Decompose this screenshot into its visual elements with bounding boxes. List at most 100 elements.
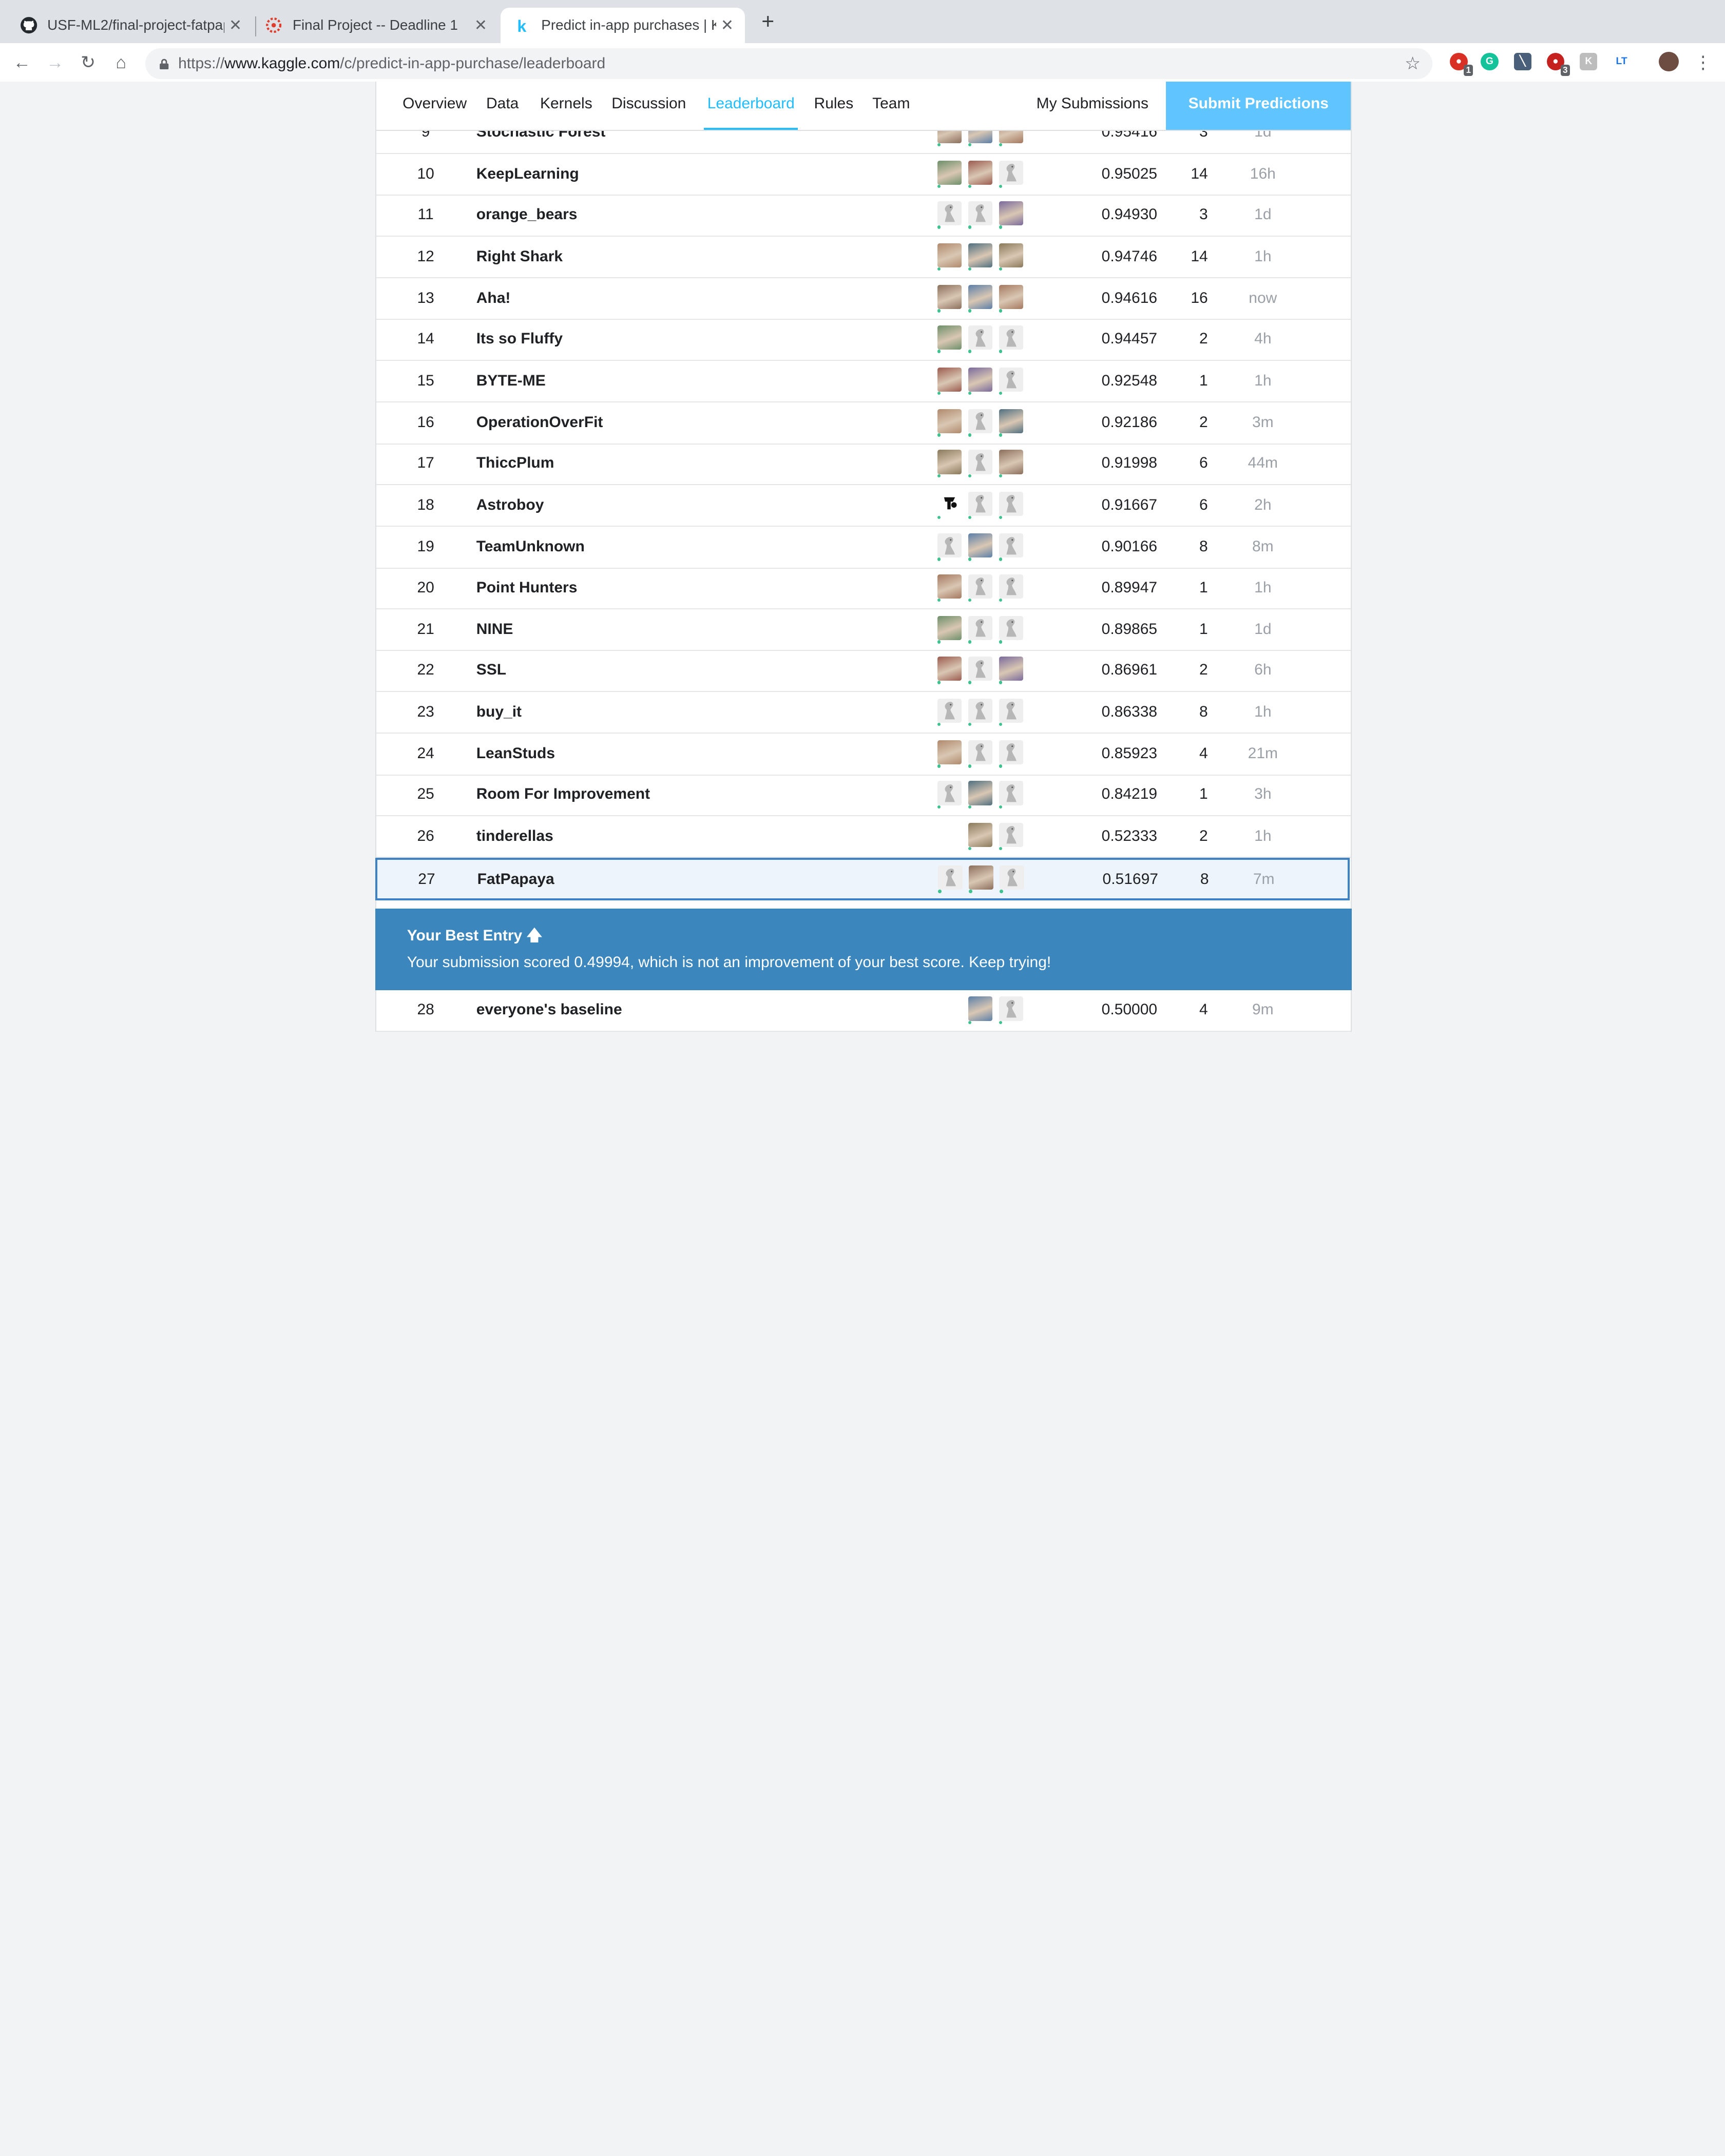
team-name[interactable]: LeanStuds: [476, 733, 555, 774]
new-tab-icon[interactable]: +: [757, 11, 779, 33]
team-name[interactable]: OperationOverFit: [476, 401, 603, 443]
team-name[interactable]: Point Hunters: [476, 567, 578, 608]
default-avatar-icon[interactable]: [968, 698, 992, 726]
tab-overview[interactable]: Overview: [402, 82, 467, 128]
team-name[interactable]: FatPapaya: [477, 860, 554, 898]
leaderboard-row[interactable]: 12 Right Shark 0.94746 14 1h: [376, 236, 1351, 278]
user-avatar[interactable]: [937, 450, 962, 477]
default-avatar-icon[interactable]: [999, 367, 1023, 395]
grammarly-extension-icon[interactable]: G: [1481, 52, 1499, 71]
default-avatar-icon[interactable]: [968, 409, 992, 437]
default-avatar-icon[interactable]: [999, 740, 1023, 768]
default-avatar-icon[interactable]: [999, 491, 1023, 519]
default-avatar-icon[interactable]: [938, 865, 963, 893]
user-avatar[interactable]: [937, 574, 962, 602]
default-avatar-icon[interactable]: [999, 781, 1023, 808]
default-avatar-icon[interactable]: [937, 533, 962, 561]
default-avatar-icon[interactable]: [999, 996, 1023, 1024]
team-name[interactable]: Right Shark: [476, 236, 563, 277]
user-avatar[interactable]: [937, 160, 962, 188]
home-icon[interactable]: ⌂: [110, 52, 132, 74]
default-avatar-icon[interactable]: [968, 615, 992, 644]
team-name[interactable]: Its so Fluffy: [476, 318, 563, 359]
user-avatar[interactable]: [968, 822, 992, 851]
leaderboard-row[interactable]: 15 BYTE-ME 0.92548 1 1h: [376, 360, 1351, 403]
user-avatar[interactable]: [968, 243, 992, 271]
leaderboard-row[interactable]: 14 Its so Fluffy 0.94457 2 4h: [376, 318, 1351, 361]
profile-avatar-icon[interactable]: [1659, 51, 1679, 72]
user-avatar[interactable]: [999, 284, 1023, 313]
user-avatar[interactable]: [968, 781, 992, 808]
team-logo-avatar[interactable]: [937, 491, 962, 519]
default-avatar-icon[interactable]: [968, 740, 992, 768]
user-avatar[interactable]: [999, 201, 1023, 229]
close-tab-icon[interactable]: ✕: [470, 16, 492, 34]
default-avatar-icon[interactable]: [968, 491, 992, 519]
leaderboard-row[interactable]: 24 LeanStuds 0.85923 4 21m: [376, 733, 1351, 776]
leaderboard-row[interactable]: 16 OperationOverFit 0.92186 2 3m: [376, 401, 1351, 445]
default-avatar-icon[interactable]: [999, 615, 1023, 644]
my-team-row[interactable]: 27 FatPapaya 0.51697 8 7m: [375, 858, 1350, 901]
abp-extension-icon[interactable]: ● 3: [1546, 52, 1570, 76]
user-avatar[interactable]: [937, 325, 962, 353]
tab-data[interactable]: Data: [486, 82, 519, 128]
team-name[interactable]: Astroboy: [476, 484, 544, 526]
team-name[interactable]: buy_it: [476, 691, 522, 733]
leaderboard-row[interactable]: 20 Point Hunters 0.89947 1 1h: [376, 567, 1351, 609]
tab-rules[interactable]: Rules: [814, 82, 854, 128]
user-avatar[interactable]: [937, 657, 962, 684]
team-name[interactable]: orange_bears: [476, 194, 578, 235]
team-name[interactable]: ThiccPlum: [476, 442, 554, 484]
default-avatar-icon[interactable]: [999, 325, 1023, 353]
user-avatar[interactable]: [999, 409, 1023, 437]
user-avatar[interactable]: [937, 615, 962, 644]
user-avatar[interactable]: [937, 284, 962, 313]
user-avatar[interactable]: [999, 243, 1023, 271]
default-avatar-icon[interactable]: [999, 822, 1023, 851]
user-avatar[interactable]: [968, 284, 992, 313]
tab-team[interactable]: Team: [872, 82, 910, 128]
leaderboard-row[interactable]: 22 SSL 0.86961 2 6h: [376, 649, 1351, 692]
user-avatar[interactable]: [999, 450, 1023, 477]
user-avatar[interactable]: [937, 243, 962, 271]
back-arrow-icon[interactable]: ←: [11, 52, 33, 74]
grey-extension-icon[interactable]: K: [1580, 52, 1598, 71]
leaderboard-row[interactable]: 21 NINE 0.89865 1 1d: [376, 608, 1351, 651]
team-name[interactable]: TeamUnknown: [476, 526, 585, 567]
default-avatar-icon[interactable]: [968, 325, 992, 353]
my-submissions-link[interactable]: My Submissions: [1037, 82, 1148, 126]
user-avatar[interactable]: [937, 740, 962, 768]
tab-kaggle[interactable]: k Predict in-app purchases | Kaggle ✕: [500, 8, 745, 43]
default-avatar-icon[interactable]: [968, 201, 992, 229]
default-avatar-icon[interactable]: [968, 574, 992, 602]
user-avatar[interactable]: [969, 865, 993, 893]
team-name[interactable]: NINE: [476, 608, 513, 650]
default-avatar-icon[interactable]: [937, 698, 962, 726]
user-avatar[interactable]: [937, 367, 962, 395]
tab-leaderboard[interactable]: Leaderboard: [704, 82, 798, 130]
close-tab-icon[interactable]: ✕: [716, 16, 738, 34]
user-avatar[interactable]: [937, 409, 962, 437]
user-avatar[interactable]: [999, 657, 1023, 684]
default-avatar-icon[interactable]: [968, 450, 992, 477]
team-name[interactable]: SSL: [476, 649, 506, 690]
team-name[interactable]: tinderellas: [476, 815, 553, 857]
user-avatar[interactable]: [968, 533, 992, 561]
default-avatar-icon[interactable]: [937, 781, 962, 808]
default-avatar-icon[interactable]: [968, 657, 992, 684]
tab-discussion[interactable]: Discussion: [611, 82, 686, 128]
user-avatar[interactable]: [968, 160, 992, 188]
default-avatar-icon[interactable]: [999, 533, 1023, 561]
user-avatar[interactable]: [968, 367, 992, 395]
menu-kebab-icon[interactable]: ⋮: [1692, 52, 1714, 74]
leaderboard-row[interactable]: 26 tinderellas 0.52333 2 1h: [376, 815, 1351, 858]
user-avatar[interactable]: [968, 996, 992, 1024]
adblock-extension-icon[interactable]: ● 1: [1450, 52, 1473, 76]
team-name[interactable]: Aha!: [476, 277, 511, 319]
forward-arrow-icon[interactable]: →: [44, 52, 66, 74]
leaderboard-row[interactable]: 11 orange_bears 0.94930 3 1d: [376, 194, 1351, 237]
team-name[interactable]: everyone's baseline: [476, 989, 622, 1030]
tab-kernels[interactable]: Kernels: [540, 82, 592, 128]
leaderboard-row[interactable]: 17 ThiccPlum 0.91998 6 44m: [376, 442, 1351, 485]
tab-github[interactable]: USF-ML2/final-project-fatpapaya ✕: [7, 8, 253, 43]
